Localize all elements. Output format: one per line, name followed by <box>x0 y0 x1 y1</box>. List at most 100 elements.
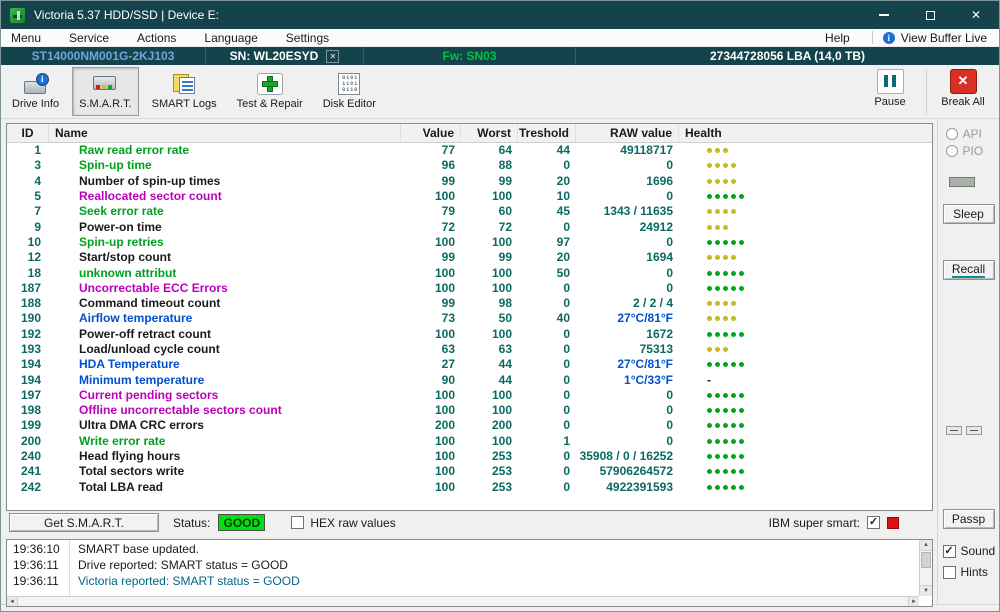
table-row[interactable]: 200 Write error rate 100 100 1 0 <box>7 434 932 449</box>
table-row[interactable]: 18 unknown attribut 100 100 50 0 <box>7 265 932 280</box>
table-row[interactable]: 194 Minimum temperature 90 44 0 1°C/33°F - <box>7 372 932 387</box>
table-row[interactable]: 190 Airflow temperature 73 50 40 27°C/81°F <box>7 311 932 326</box>
pause-button[interactable]: Pause <box>862 68 918 108</box>
device-firmware: Fw: SN03 <box>364 47 576 65</box>
table-row[interactable]: 192 Power-off retract count 100 100 0 1672 <box>7 327 932 342</box>
table-row[interactable]: 10 Spin-up retries 100 100 97 0 <box>7 235 932 250</box>
content-area: ID Name Value Worst Treshold RAW value H… <box>1 119 999 607</box>
smart-table-header: ID Name Value Worst Treshold RAW value H… <box>7 124 932 143</box>
menu-item-language[interactable]: Language <box>204 31 257 45</box>
table-row[interactable]: 3 Spin-up time 96 88 0 0 <box>7 158 932 173</box>
health-dot <box>707 239 712 245</box>
header-health[interactable]: Health <box>679 124 932 142</box>
close-button[interactable] <box>953 1 999 29</box>
health-dot <box>707 347 712 352</box>
device-serial[interactable]: SN: WL20ESYD <box>206 47 364 65</box>
ibm-super-smart-checkbox[interactable] <box>867 516 880 529</box>
menu-item-menu[interactable]: Menu <box>11 31 41 45</box>
table-row[interactable]: 193 Load/unload cycle count 63 63 0 75313 <box>7 342 932 357</box>
cell-worst: 99 <box>498 173 512 188</box>
recall-button[interactable]: Recall <box>942 260 995 280</box>
health-dot <box>715 239 720 245</box>
cell-value: 100 <box>434 265 455 280</box>
test-repair-button[interactable]: Test & Repair <box>230 67 310 116</box>
table-row[interactable]: 199 Ultra DMA CRC errors 200 200 0 0 <box>7 418 932 433</box>
disk-editor-button[interactable]: Disk Editor <box>316 67 383 116</box>
health-dot <box>723 423 728 429</box>
menu-item-help[interactable]: Help <box>825 31 850 45</box>
table-row[interactable]: 188 Command timeout count 99 98 0 2 / 2 / 4 <box>7 296 932 311</box>
table-row[interactable]: 194 HDA Temperature 27 44 0 27°C/81°F <box>7 357 932 372</box>
break-all-icon <box>949 68 977 94</box>
header-name[interactable]: Name <box>49 124 401 142</box>
sound-checkbox-row[interactable]: Sound <box>942 544 995 558</box>
header-treshold[interactable]: Treshold <box>518 124 576 142</box>
cell-health <box>679 194 932 200</box>
cell-name: Offline uncorrectable sectors count <box>79 403 282 418</box>
table-row[interactable]: 241 Total sectors write 100 253 0 57906264572 <box>7 464 932 479</box>
table-row[interactable]: 12 Start/stop count 99 99 20 1694 <box>7 250 932 265</box>
get-smart-button[interactable]: Get S.M.A.R.T. <box>9 513 159 532</box>
api-radio-row[interactable]: API <box>945 127 992 141</box>
table-row[interactable]: 198 Offline uncorrectable sectors count 10… <box>7 403 932 418</box>
pio-radio[interactable] <box>945 145 958 157</box>
table-row[interactable]: 242 Total LBA read 100 253 0 4922391593 <box>7 480 932 495</box>
scroll-up-icon[interactable]: ▲ <box>920 540 932 551</box>
stepper-right[interactable] <box>965 426 982 435</box>
menu-item-settings[interactable]: Settings <box>286 31 329 45</box>
minimize-button[interactable] <box>861 1 907 29</box>
hints-label: Hints <box>960 565 988 579</box>
header-value[interactable]: Value <box>401 124 461 142</box>
cell-value: 100 <box>434 403 455 418</box>
health-dot <box>739 362 744 368</box>
log-vertical-scrollbar[interactable]: ▲ ▼ <box>919 540 932 596</box>
health-dot <box>707 209 712 215</box>
hex-raw-values-checkbox[interactable] <box>291 516 305 529</box>
scroll-right-icon[interactable]: ► <box>908 597 919 606</box>
header-id[interactable]: ID <box>7 124 49 142</box>
disk-editor-icon <box>336 73 362 95</box>
view-buffer-live-button[interactable]: View Buffer Live <box>882 31 987 45</box>
sound-checkbox[interactable] <box>942 544 956 558</box>
table-row[interactable]: 5 Reallocated sector count 100 100 10 0 <box>7 189 932 204</box>
passp-button[interactable]: Passp <box>942 509 995 529</box>
sleep-button[interactable]: Sleep <box>942 204 995 224</box>
menu-item-service[interactable]: Service <box>69 31 109 45</box>
header-raw[interactable]: RAW value <box>576 124 679 142</box>
log-time: 19:36:11 <box>13 558 59 572</box>
serial-close-icon[interactable] <box>326 49 340 63</box>
maximize-button[interactable] <box>907 1 953 29</box>
hints-checkbox[interactable] <box>942 565 956 579</box>
log-horizontal-scrollbar[interactable]: ◄ ► <box>7 596 919 606</box>
cell-health <box>679 408 932 414</box>
menu-item-actions[interactable]: Actions <box>137 31 176 45</box>
smart-logs-button[interactable]: SMART Logs <box>145 67 224 116</box>
api-radio[interactable] <box>945 128 958 140</box>
table-row[interactable]: 7 Seek error rate 79 60 45 1343 / 11635 <box>7 204 932 219</box>
table-row[interactable]: 4 Number of spin-up times 99 99 20 1696 <box>7 174 932 189</box>
health-dot <box>739 392 744 398</box>
table-row[interactable]: 240 Head flying hours 100 253 0 35908 / 0 / 1… <box>7 449 932 464</box>
table-row[interactable]: 9 Power-on time 72 72 0 24912 <box>7 219 932 234</box>
hints-checkbox-row[interactable]: Hints <box>942 565 995 579</box>
table-row[interactable]: 197 Current pending sectors 100 100 0 0 <box>7 388 932 403</box>
health-dot <box>731 438 736 444</box>
cell-value: 79 <box>441 204 455 219</box>
table-row[interactable]: 1 Raw read error rate 77 64 44 49118717 <box>7 143 932 158</box>
table-row[interactable]: 187 Uncorrectable ECC Errors 100 100 0 0 <box>7 281 932 296</box>
scroll-left-icon[interactable]: ◄ <box>7 597 18 606</box>
drive-info-button[interactable]: Drive Info <box>5 67 66 116</box>
stepper-left[interactable] <box>945 426 962 435</box>
health-dot <box>723 224 728 230</box>
health-dot <box>715 194 720 200</box>
cell-health <box>679 362 932 368</box>
pio-radio-row[interactable]: PIO <box>945 144 992 158</box>
scroll-down-icon[interactable]: ▼ <box>920 585 932 596</box>
smart-button[interactable]: S.M.A.R.T. <box>72 67 139 116</box>
device-model[interactable]: ST14000NM001G-2KJ103 <box>1 47 206 65</box>
cell-worst: 44 <box>498 357 512 372</box>
break-all-button[interactable]: Break All <box>935 68 991 108</box>
titlebar: Victoria 5.37 HDD/SSD | Device E: <box>1 1 999 29</box>
scroll-thumb[interactable] <box>921 552 931 568</box>
header-worst[interactable]: Worst <box>461 124 518 142</box>
